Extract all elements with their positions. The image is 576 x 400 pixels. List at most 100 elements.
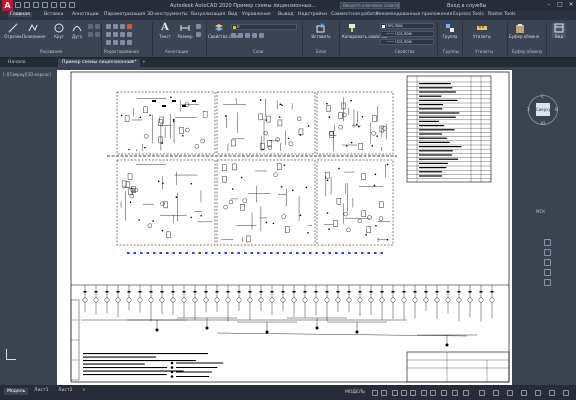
new-tab-icon[interactable]: + bbox=[140, 59, 148, 67]
spline-icon[interactable] bbox=[95, 32, 100, 37]
panel-properties-label[interactable]: Свойства bbox=[395, 49, 415, 54]
close-icon[interactable]: ✕ bbox=[568, 2, 574, 8]
tab-view[interactable]: Вид bbox=[228, 12, 237, 17]
transparency-icon[interactable] bbox=[441, 390, 447, 396]
maximize-icon[interactable]: □ bbox=[557, 2, 563, 8]
polyline-button[interactable]: Полилиния bbox=[22, 23, 45, 39]
tab-insert[interactable]: Вставка bbox=[44, 12, 63, 17]
panel-groups-label[interactable]: Группы bbox=[443, 49, 459, 54]
tab-output[interactable]: Вывод bbox=[278, 12, 293, 17]
wcs-menu[interactable]: МСК bbox=[536, 209, 545, 214]
tab-raster-tools[interactable]: Raster Tools bbox=[488, 12, 516, 17]
tab-visualize[interactable]: Визуализация bbox=[191, 12, 225, 17]
ortho-icon[interactable] bbox=[392, 390, 398, 396]
group-button[interactable]: Группа bbox=[442, 23, 458, 39]
panel-annotation-label[interactable]: Аннотации bbox=[165, 49, 188, 54]
snap-icon[interactable] bbox=[381, 390, 387, 396]
panel-utilities-label[interactable]: Утилиты bbox=[475, 49, 493, 54]
viewport-controls[interactable]: [–][Сверху][2D-каркас] bbox=[3, 72, 51, 77]
tab-collaborate[interactable]: Совместная работа bbox=[331, 12, 378, 17]
linetype-dropdown[interactable]: —— ПоСлою bbox=[380, 31, 434, 37]
mirror-icon[interactable] bbox=[113, 32, 118, 37]
redo-icon[interactable] bbox=[69, 2, 75, 8]
rectangle-icon[interactable] bbox=[88, 24, 93, 29]
annotation-monitor-icon[interactable] bbox=[493, 390, 499, 396]
orbit-icon[interactable] bbox=[543, 269, 551, 276]
layer-off-icon[interactable] bbox=[231, 33, 236, 38]
model-space-toggle[interactable]: МОДЕЛЬ bbox=[345, 390, 365, 395]
match-properties-button[interactable]: Копировать свойства bbox=[342, 23, 387, 39]
undo-icon[interactable] bbox=[60, 2, 66, 8]
panel-block-label[interactable]: Блок bbox=[316, 49, 326, 54]
ellipse-icon[interactable] bbox=[88, 32, 93, 37]
dimension-button[interactable]: Размер bbox=[177, 23, 193, 39]
panel-clipboard-label[interactable]: Буфер обмена bbox=[512, 49, 542, 54]
workspace-gear-icon[interactable] bbox=[479, 390, 485, 396]
units-icon[interactable] bbox=[507, 390, 513, 396]
line-button[interactable]: Отрезок bbox=[4, 23, 22, 39]
isolate-objects-icon[interactable] bbox=[535, 390, 541, 396]
otrack-icon[interactable] bbox=[421, 390, 427, 396]
copy-icon[interactable] bbox=[106, 32, 111, 37]
pan-icon[interactable] bbox=[543, 249, 551, 256]
open-icon[interactable] bbox=[24, 2, 30, 8]
layer-match-icon[interactable] bbox=[259, 33, 264, 38]
steering-wheel-icon[interactable] bbox=[543, 239, 551, 246]
scale-icon[interactable] bbox=[113, 40, 118, 45]
osnap-icon[interactable] bbox=[410, 390, 416, 396]
add-layout-icon[interactable]: + bbox=[82, 388, 86, 393]
annotation-scale-icon[interactable] bbox=[463, 390, 469, 396]
layer-dropdown[interactable]: 0 bbox=[231, 24, 297, 30]
paste-button[interactable]: Буфер обмена bbox=[509, 23, 539, 39]
tab-featured-apps[interactable]: Рекомендованные приложения bbox=[376, 12, 452, 17]
fillet-icon[interactable] bbox=[120, 32, 125, 37]
signin-link[interactable]: Вход в службы bbox=[447, 3, 486, 9]
array-icon[interactable] bbox=[120, 40, 125, 45]
viewcube-west[interactable]: З bbox=[527, 107, 530, 112]
offset-icon[interactable] bbox=[127, 40, 132, 45]
text-button[interactable]: A Текст bbox=[158, 23, 172, 40]
hatch-icon[interactable] bbox=[95, 24, 100, 29]
tab-start[interactable]: Начало bbox=[4, 59, 30, 67]
leader-icon[interactable] bbox=[196, 24, 201, 29]
tab-addins[interactable]: Надстройки bbox=[298, 12, 327, 17]
search-input[interactable]: Введите ключевое слово/фразу bbox=[340, 2, 400, 9]
fullscreen-icon[interactable] bbox=[549, 390, 555, 396]
tab-manage[interactable]: Управление bbox=[242, 12, 271, 17]
tab-express-tools[interactable]: Express Tools bbox=[453, 12, 484, 17]
tab-layout1[interactable]: Лист1 bbox=[34, 388, 49, 393]
explode-icon[interactable] bbox=[127, 32, 132, 37]
lineweight-icon[interactable] bbox=[430, 390, 436, 396]
customization-icon[interactable] bbox=[563, 390, 569, 396]
view-button[interactable]: Вид bbox=[552, 23, 566, 39]
save-icon[interactable] bbox=[33, 2, 39, 8]
app-menu-button[interactable]: A bbox=[2, 0, 13, 11]
viewcube-north[interactable]: С bbox=[541, 94, 544, 99]
polar-icon[interactable] bbox=[401, 390, 407, 396]
layer-lock-icon[interactable] bbox=[245, 33, 250, 38]
drawing-sheet[interactable] bbox=[57, 70, 512, 385]
grid-icon[interactable] bbox=[372, 390, 378, 396]
layer-properties-button[interactable]: Свойства слоя bbox=[208, 23, 238, 39]
erase-icon[interactable] bbox=[127, 24, 132, 29]
zoom-icon[interactable] bbox=[543, 259, 551, 266]
new-icon[interactable] bbox=[15, 2, 21, 8]
stretch-icon[interactable] bbox=[106, 40, 111, 45]
tab-model[interactable]: Модель bbox=[4, 388, 29, 395]
panel-draw-label[interactable]: Рисование bbox=[40, 49, 62, 54]
drawing-viewport[interactable]: [–][Сверху][2D-каркас] С Ю З В Сверху МС… bbox=[0, 67, 576, 385]
tab-3d-tools[interactable]: 3D-инструменты bbox=[147, 12, 188, 17]
viewcube-face[interactable]: Сверху bbox=[536, 103, 551, 116]
tab-home[interactable]: Главная bbox=[8, 12, 32, 17]
selection-cycling-icon[interactable] bbox=[452, 390, 458, 396]
tab-layout2[interactable]: Лист2 bbox=[58, 388, 73, 393]
rotate-icon[interactable] bbox=[113, 24, 118, 29]
layer-freeze-icon[interactable] bbox=[238, 33, 243, 38]
viewcube[interactable]: С Ю З В Сверху bbox=[527, 94, 558, 135]
table-icon[interactable] bbox=[196, 32, 201, 37]
minimize-icon[interactable]: – bbox=[546, 2, 552, 8]
viewcube-south[interactable]: Ю bbox=[541, 121, 545, 126]
panel-layers-label[interactable]: Слои bbox=[253, 49, 263, 54]
quick-properties-icon[interactable] bbox=[521, 390, 527, 396]
measure-button[interactable]: Утилиты bbox=[473, 23, 491, 39]
